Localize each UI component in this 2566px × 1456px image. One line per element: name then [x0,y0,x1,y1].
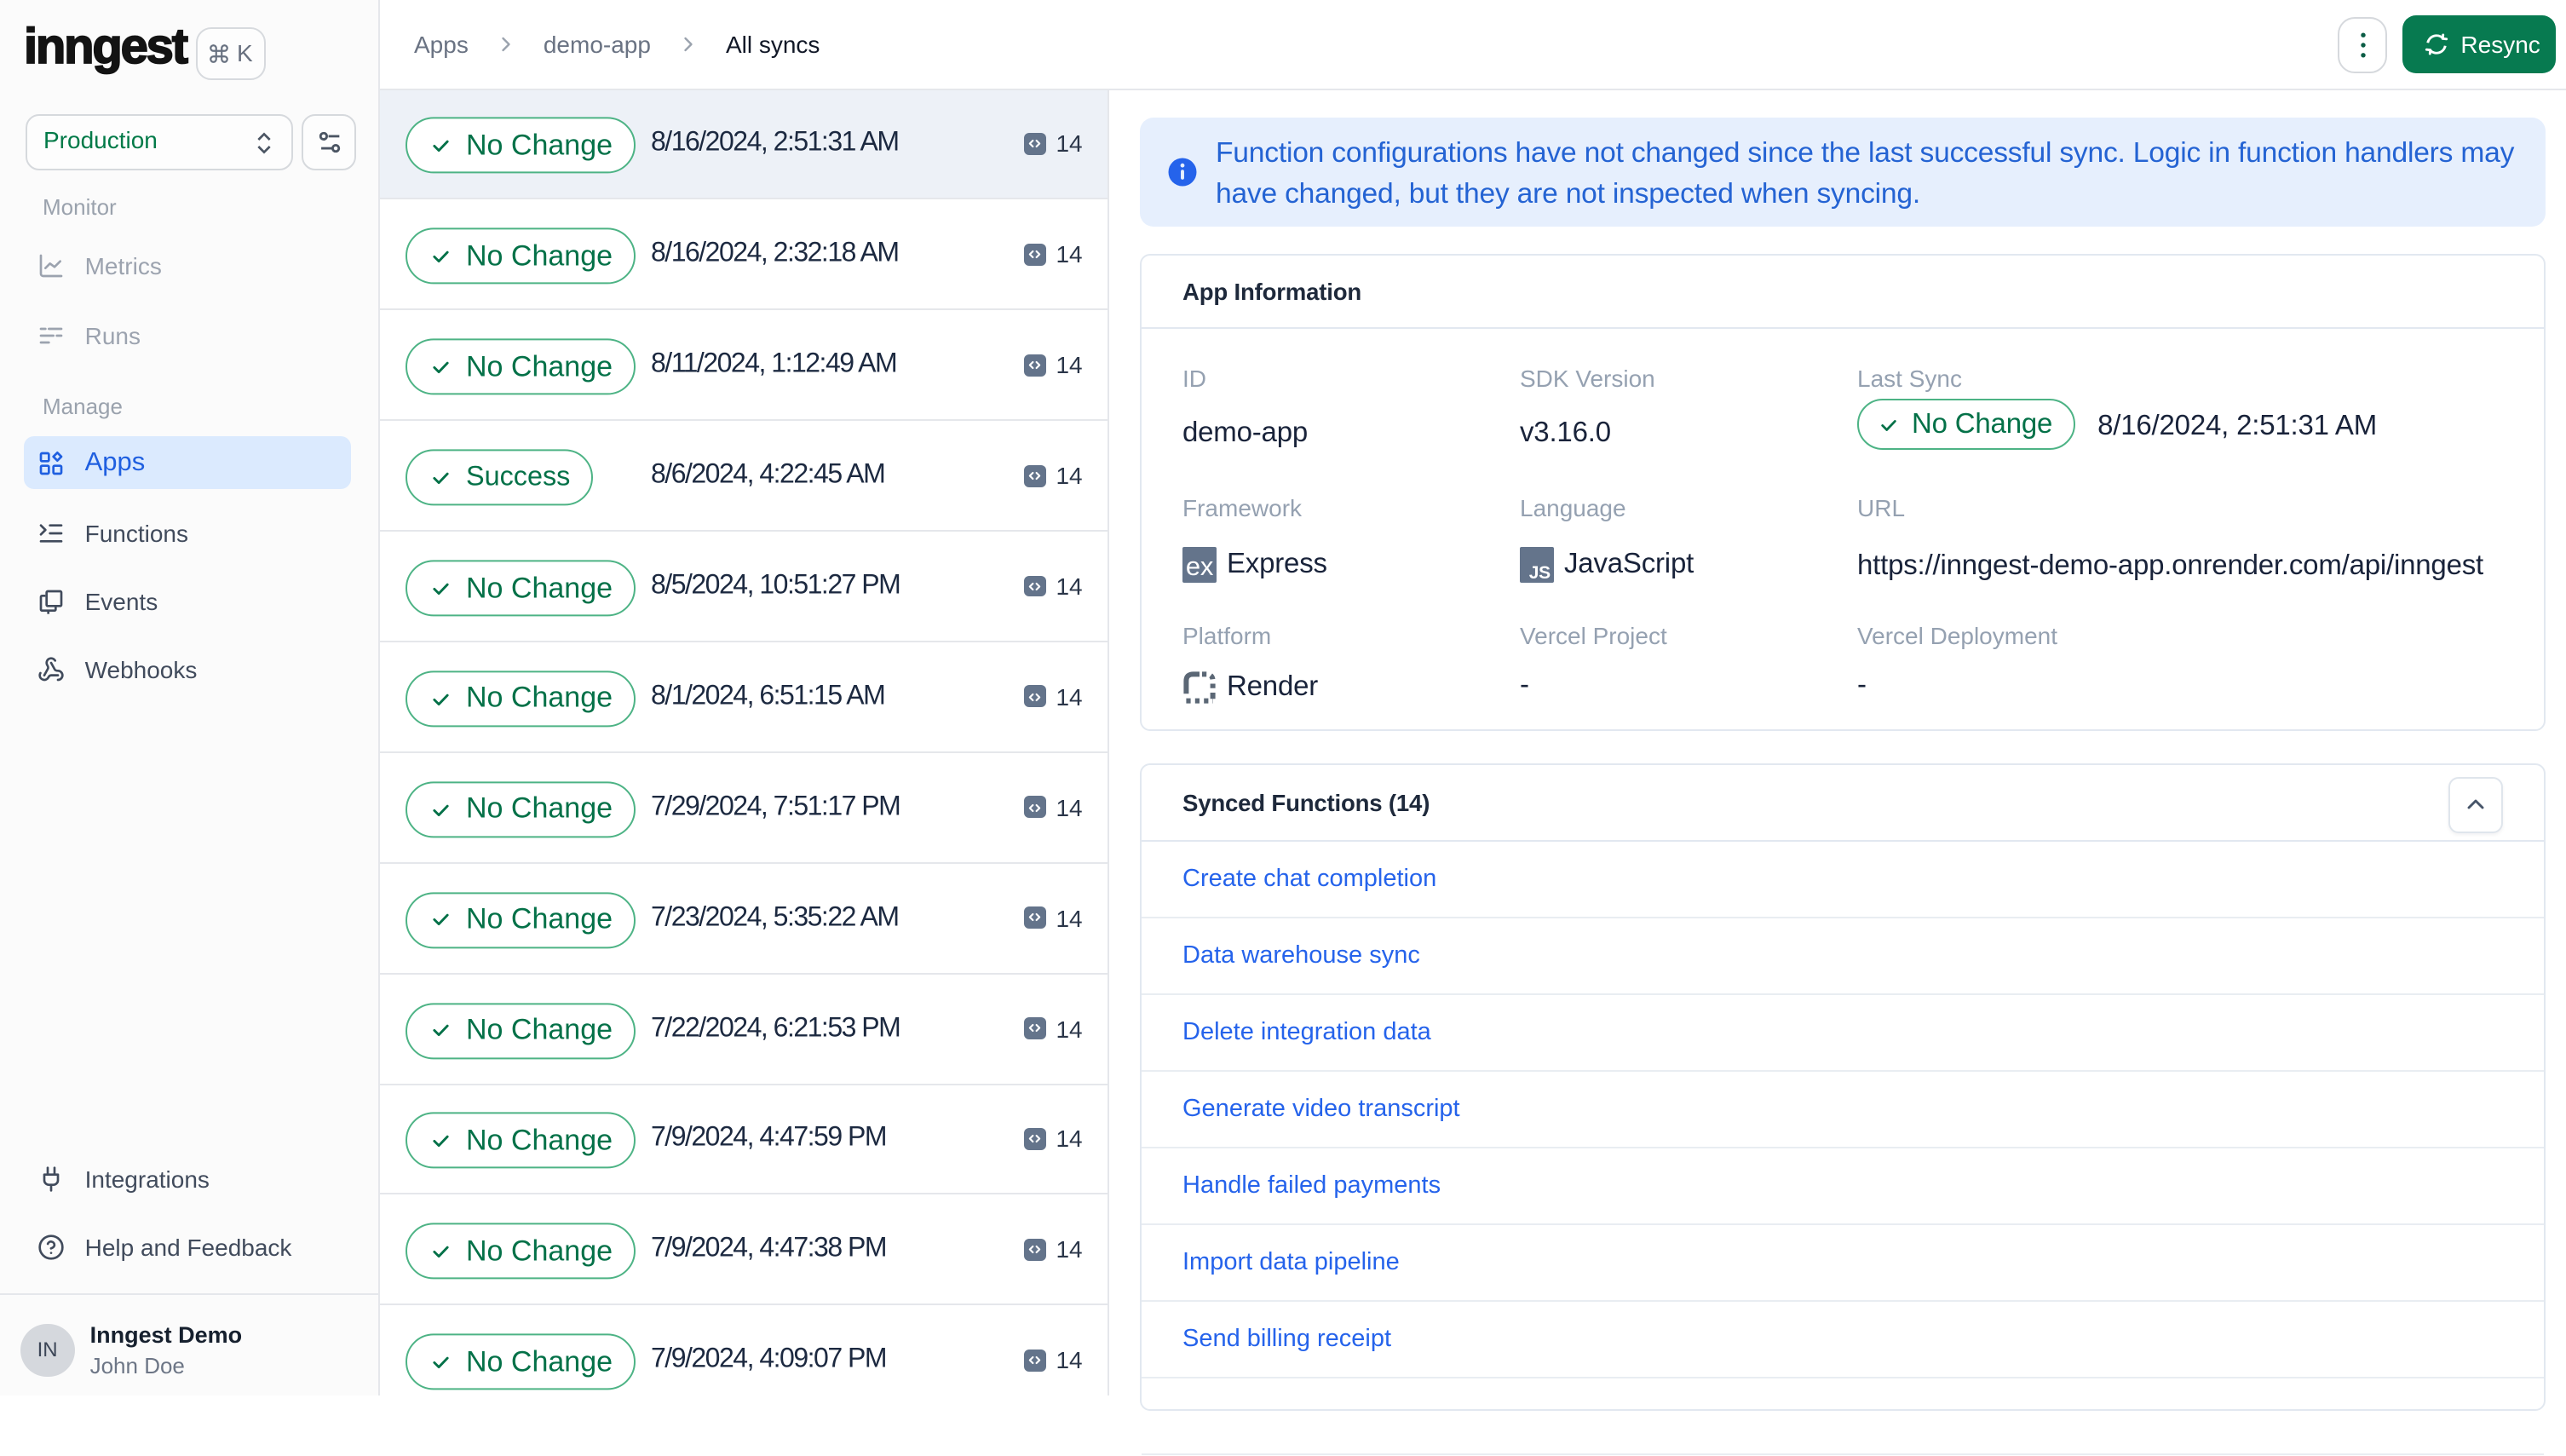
svg-text:ex: ex [1186,551,1214,581]
svg-text:JS: JS [1529,563,1551,583]
